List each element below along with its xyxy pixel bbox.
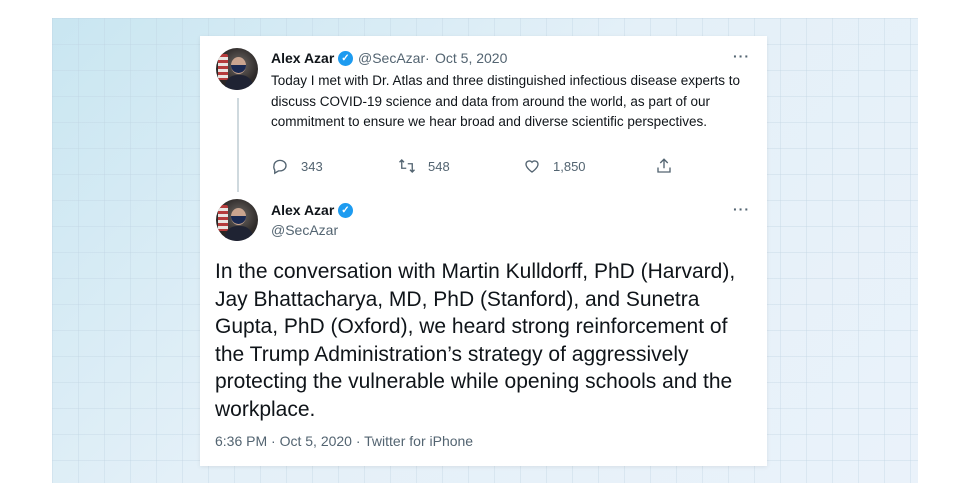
- reply-button[interactable]: 343: [271, 157, 323, 175]
- author-handle[interactable]: @SecAzar: [358, 50, 425, 66]
- reply-icon: [273, 159, 287, 175]
- like-count: 1,850: [553, 158, 586, 174]
- more-options-icon[interactable]: ···: [733, 48, 750, 64]
- verified-badge-icon: ✓: [338, 51, 353, 66]
- tweet-text: In the conversation with Martin Kulldorf…: [215, 260, 736, 421]
- author-name[interactable]: Alex Azar: [271, 202, 334, 218]
- share-icon: [657, 158, 671, 173]
- retweet-icon: [399, 159, 415, 173]
- flag-graphic: [218, 205, 228, 231]
- flag-graphic: [218, 54, 228, 80]
- author-handle[interactable]: @SecAzar: [271, 222, 338, 238]
- heart-icon: [525, 160, 539, 173]
- retweet-button[interactable]: 548: [398, 157, 450, 175]
- avatar[interactable]: [216, 48, 258, 90]
- share-button[interactable]: [655, 157, 673, 175]
- verified-badge-icon: ✓: [338, 203, 353, 218]
- tweet-text: Today I met with Dr. Atlas and three dis…: [271, 73, 741, 129]
- tweet-date[interactable]: Oct 5, 2020: [435, 50, 507, 66]
- reply-count: 343: [301, 158, 323, 174]
- tweet-timestamp[interactable]: 6:36 PM · Oct 5, 2020 · Twitter for iPho…: [215, 433, 473, 449]
- retweet-count: 548: [428, 158, 450, 174]
- thread-connector: [237, 98, 239, 192]
- meta-separator: ·: [425, 50, 430, 66]
- like-button[interactable]: 1,850: [523, 157, 586, 175]
- author-name[interactable]: Alex Azar: [271, 50, 334, 66]
- avatar[interactable]: [216, 199, 258, 241]
- more-options-icon[interactable]: ···: [733, 201, 750, 217]
